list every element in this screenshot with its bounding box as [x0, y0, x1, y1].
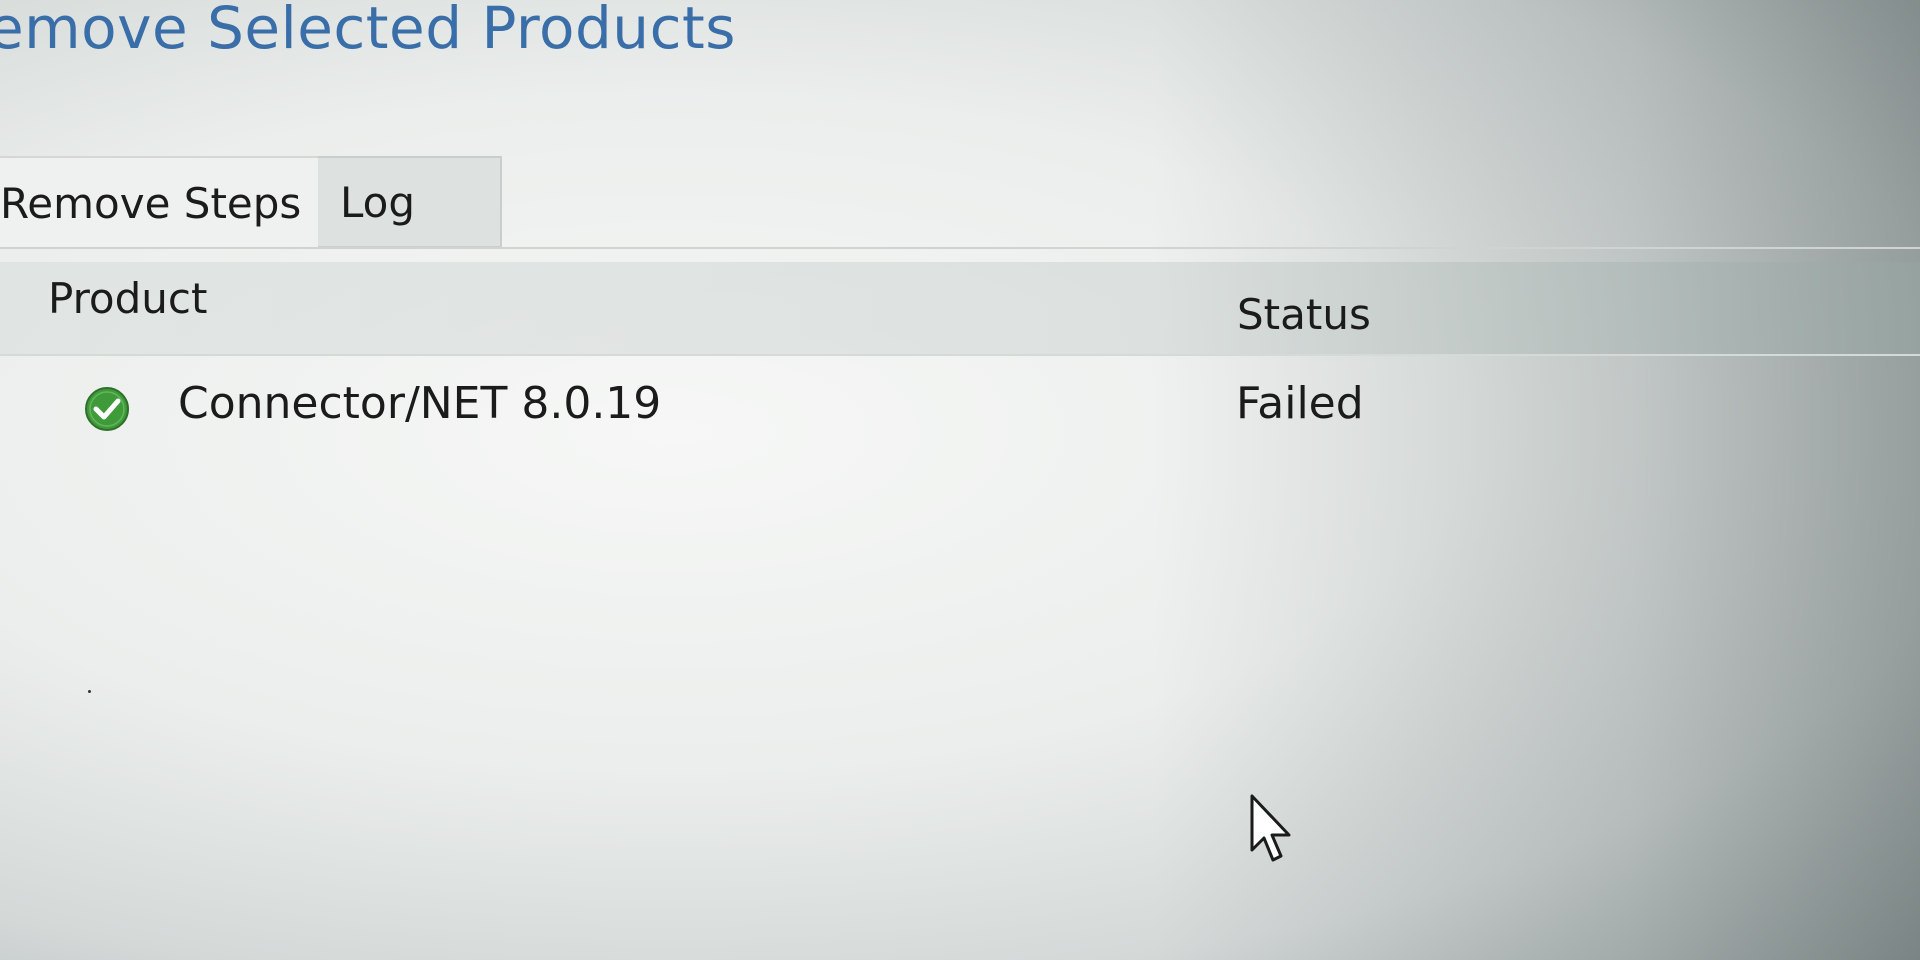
screen-speck: [88, 690, 91, 693]
row-status: Failed: [1236, 378, 1364, 429]
mouse-pointer-icon: [1250, 794, 1291, 862]
table-header: Product Status: [0, 262, 1920, 356]
column-header-status[interactable]: Status: [1237, 290, 1371, 339]
row-product-name: Connector/NET 8.0.19: [178, 378, 662, 429]
screen-glare: [0, 0, 1920, 960]
tab-strip: Remove Steps Log: [0, 156, 1920, 249]
products-table: Product Status Connector/NET 8.0.19 Fail…: [0, 262, 1920, 456]
tab-remove-steps[interactable]: Remove Steps: [0, 156, 320, 248]
tab-log[interactable]: Log: [318, 156, 502, 248]
table-row[interactable]: Connector/NET 8.0.19 Failed: [0, 356, 1920, 456]
page-title: emove Selected Products: [0, 0, 736, 62]
check-circle-icon: [85, 387, 129, 431]
column-header-product[interactable]: Product: [48, 274, 207, 323]
